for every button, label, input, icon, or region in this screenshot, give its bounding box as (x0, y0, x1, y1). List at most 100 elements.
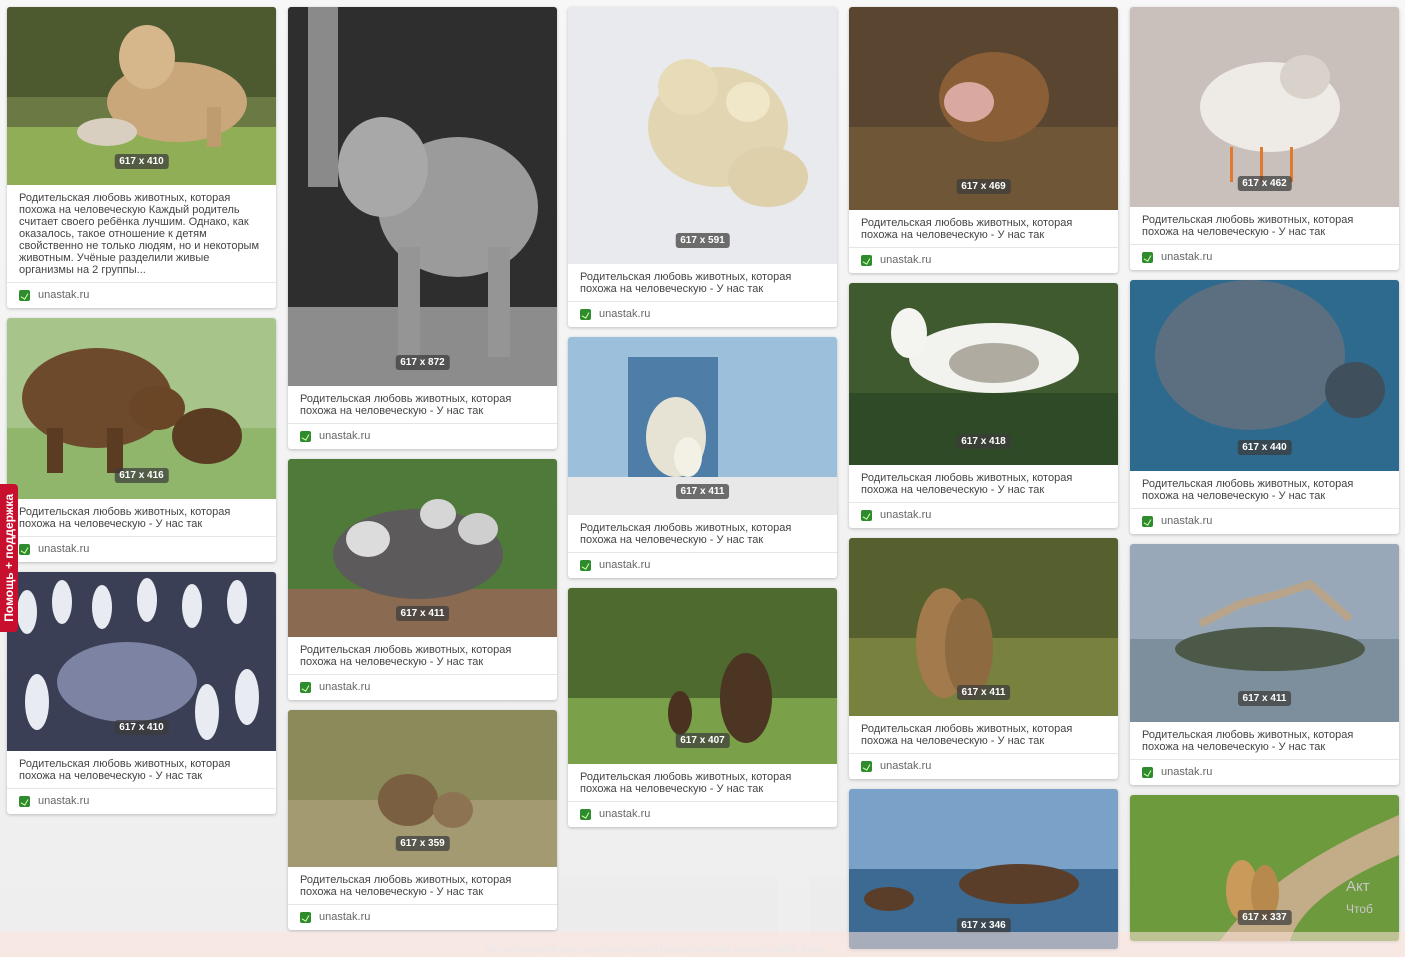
image-manatee[interactable]: 617 x 440 (1130, 280, 1399, 471)
card-description: Родительская любовь животных, которая по… (288, 867, 557, 905)
image-card[interactable]: 617 x 411 Родительская любовь животных, … (849, 538, 1118, 779)
card-source-link[interactable]: unastak.ru (288, 424, 557, 449)
image-forest-bears[interactable]: 617 x 407 (568, 588, 837, 764)
image-dimensions-badge: 617 x 411 (675, 484, 730, 499)
card-source-link[interactable]: unastak.ru (288, 675, 557, 700)
image-hamster[interactable]: 617 x 359 (288, 710, 557, 867)
site-favicon-icon (580, 308, 591, 320)
image-card[interactable]: 617 x 440 Родительская любовь животных, … (1130, 280, 1399, 534)
card-source-label: unastak.ru (880, 254, 932, 266)
image-squirrel[interactable]: 617 x 469 (849, 7, 1118, 210)
image-card[interactable]: 617 x 346 (849, 789, 1118, 949)
image-otter[interactable]: 617 x 346 (849, 789, 1118, 949)
image-dimensions-badge: 617 x 440 (1237, 440, 1292, 455)
image-plover[interactable]: 617 x 462 (1130, 7, 1399, 207)
card-source-link[interactable]: unastak.ru (568, 553, 837, 578)
image-crocodile[interactable]: 617 x 411 (1130, 544, 1399, 722)
card-source-label: unastak.ru (1161, 251, 1213, 263)
site-favicon-icon (300, 681, 311, 693)
card-source-label: unastak.ru (880, 760, 932, 772)
card-source-link[interactable]: unastak.ru (1130, 245, 1399, 270)
image-dimensions-badge: 617 x 418 (956, 434, 1011, 449)
card-source-label: unastak.ru (319, 681, 371, 693)
card-description: Родительская любовь животных, которая по… (1130, 722, 1399, 760)
image-card[interactable]: 617 x 411 Родительская любовь животных, … (568, 337, 837, 578)
image-card[interactable]: 617 x 411 Родительская любовь животных, … (1130, 544, 1399, 785)
card-source-link[interactable]: unastak.ru (568, 802, 837, 827)
image-polar-den[interactable]: 617 x 411 (568, 337, 837, 515)
image-card[interactable]: 617 x 407 Родительская любовь животных, … (568, 588, 837, 827)
faint-overlay-text: Чтоб (1346, 902, 1373, 916)
image-elephant[interactable]: 617 x 872 (288, 7, 557, 386)
card-source-label: unastak.ru (1161, 515, 1213, 527)
column-5: 617 x 462 Родительская любовь животных, … (1130, 7, 1399, 941)
image-lions-road[interactable]: 617 x 337 (1130, 795, 1399, 941)
card-source-link[interactable]: unastak.ru (849, 248, 1118, 273)
image-polarbear[interactable]: 617 x 591 (568, 7, 837, 264)
card-description: Родительская любовь животных, которая по… (7, 185, 276, 283)
image-dimensions-badge: 617 x 469 (956, 179, 1011, 194)
card-source-link[interactable]: unastak.ru (1130, 509, 1399, 534)
site-favicon-icon (300, 430, 311, 442)
site-favicon-icon (300, 911, 311, 923)
card-source-link[interactable]: unastak.ru (849, 503, 1118, 528)
image-opossum[interactable]: 617 x 411 (288, 459, 557, 637)
image-card[interactable]: 617 x 416 Родительская любовь животных, … (7, 318, 276, 562)
image-card[interactable]: 617 x 337 (1130, 795, 1399, 941)
image-card[interactable]: 617 x 359 Родительская любовь животных, … (288, 710, 557, 930)
help-support-tab[interactable]: Помощь + поддержка (0, 484, 18, 632)
card-source-link[interactable]: unastak.ru (1130, 760, 1399, 785)
card-source-link[interactable]: unastak.ru (7, 283, 276, 308)
column-1: 617 x 410 Родительская любовь животных, … (7, 7, 276, 824)
site-favicon-icon (1142, 251, 1153, 263)
image-dimensions-badge: 617 x 416 (114, 468, 169, 483)
image-card[interactable]: 617 x 591 Родительская любовь животных, … (568, 7, 837, 327)
card-description: Родительская любовь животных, которая по… (7, 751, 276, 789)
card-source-link[interactable]: unastak.ru (7, 789, 276, 814)
card-source-link[interactable]: unastak.ru (7, 537, 276, 562)
image-card[interactable]: 617 x 411 Родительская любовь животных, … (288, 459, 557, 700)
card-description: Родительская любовь животных, которая по… (568, 515, 837, 553)
site-favicon-icon (861, 254, 872, 266)
card-source-link[interactable]: unastak.ru (288, 905, 557, 930)
site-favicon-icon (19, 289, 30, 301)
card-description: Родительская любовь животных, которая по… (568, 764, 837, 802)
site-favicon-icon (1142, 515, 1153, 527)
card-source-link[interactable]: unastak.ru (849, 754, 1118, 779)
site-favicon-icon (580, 559, 591, 571)
card-description: Родительская любовь животных, которая по… (1130, 471, 1399, 509)
card-source-label: unastak.ru (38, 289, 90, 301)
site-favicon-icon (861, 760, 872, 772)
image-prairie-dogs[interactable]: 617 x 411 (849, 538, 1118, 716)
card-description: Родительская любовь животных, которая по… (288, 637, 557, 675)
card-source-link[interactable]: unastak.ru (568, 302, 837, 327)
image-dimensions-badge: 617 x 359 (395, 836, 450, 851)
card-source-label: unastak.ru (599, 808, 651, 820)
image-card[interactable]: 617 x 872 Родительская любовь животных, … (288, 7, 557, 449)
image-card[interactable]: 617 x 410 Родительская любовь животных, … (7, 7, 276, 308)
card-source-label: unastak.ru (599, 559, 651, 571)
image-card[interactable]: 617 x 462 Родительская любовь животных, … (1130, 7, 1399, 270)
image-penguins[interactable]: 617 x 410 (7, 572, 276, 751)
site-favicon-icon (19, 795, 30, 807)
image-lioness[interactable]: 617 x 410 (7, 7, 276, 185)
card-description: Родительская любовь животных, которая по… (7, 499, 276, 537)
column-4: 617 x 469 Родительская любовь животных, … (849, 7, 1118, 949)
card-source-label: unastak.ru (1161, 766, 1213, 778)
card-description: Родительская любовь животных, которая по… (1130, 207, 1399, 245)
card-description: Родительская любовь животных, которая по… (568, 264, 837, 302)
image-bear[interactable]: 617 x 416 (7, 318, 276, 499)
image-card[interactable]: 617 x 418 Родительская любовь животных, … (849, 283, 1118, 528)
image-card[interactable]: 617 x 469 Родительская любовь животных, … (849, 7, 1118, 273)
card-description: Родительская любовь животных, которая по… (849, 210, 1118, 248)
column-2: 617 x 872 Родительская любовь животных, … (288, 7, 557, 940)
image-dimensions-badge: 617 x 410 (114, 720, 169, 735)
image-card[interactable]: 617 x 410 Родительская любовь животных, … (7, 572, 276, 814)
card-source-label: unastak.ru (880, 509, 932, 521)
cookie-banner: Мы используем куки для наилучшего предст… (0, 932, 1405, 957)
image-dimensions-badge: 617 x 410 (114, 154, 169, 169)
card-description: Родительская любовь животных, которая по… (288, 386, 557, 424)
image-swan[interactable]: 617 x 418 (849, 283, 1118, 465)
image-dimensions-badge: 617 x 872 (395, 355, 450, 370)
card-source-label: unastak.ru (38, 795, 90, 807)
